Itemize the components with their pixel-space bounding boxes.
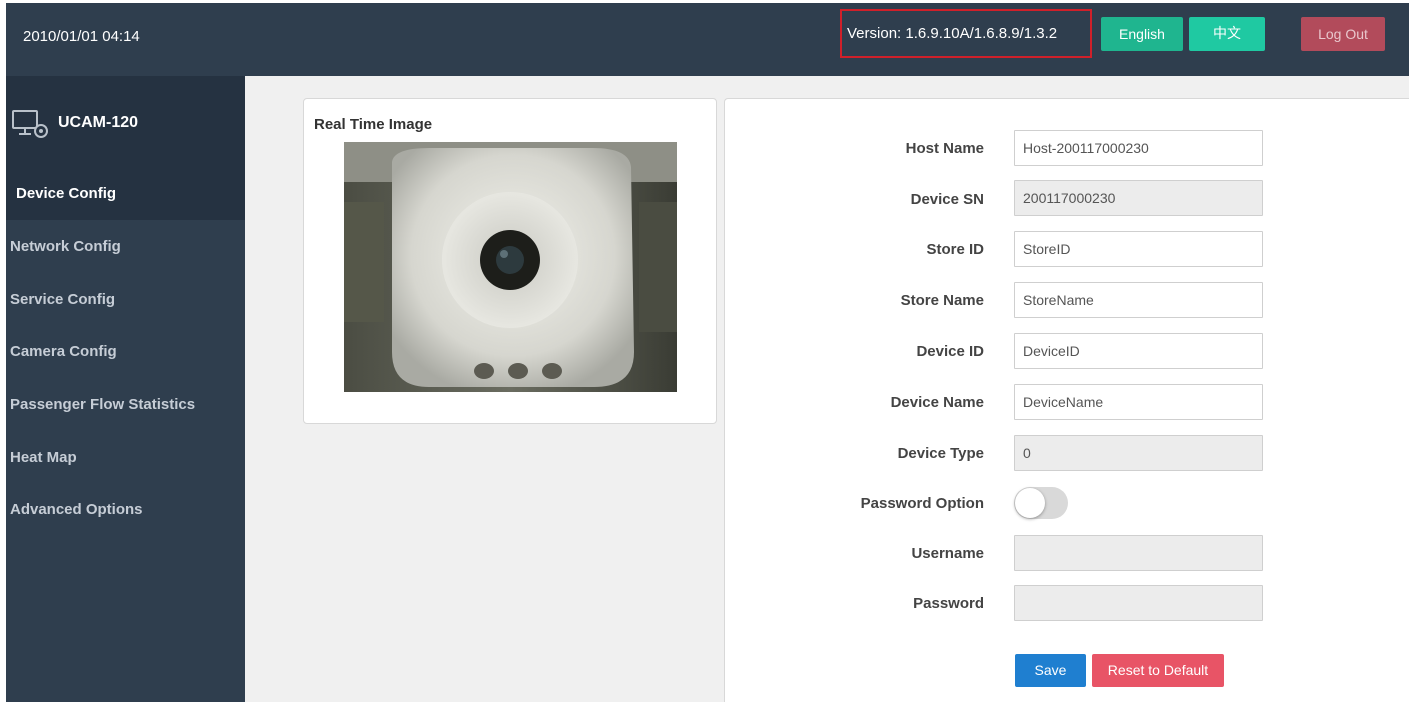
sidebar-item-device-config[interactable]: Device Config [6,168,245,220]
device-id-input[interactable] [1014,333,1263,369]
store-name-label: Store Name [900,292,984,309]
device-type-label: Device Type [897,445,984,462]
password-option-label: Password Option [860,495,984,512]
sidebar-item-passenger-flow-statistics[interactable]: Passenger Flow Statistics [6,379,245,431]
reset-to-default-button[interactable]: Reset to Default [1092,654,1224,687]
device-name-input[interactable] [1014,384,1263,420]
username-label: Username [911,545,984,562]
logout-button[interactable]: Log Out [1301,17,1385,51]
english-button[interactable]: English [1101,17,1183,51]
datetime: 2010/01/01 04:14 [23,28,140,45]
save-button[interactable]: Save [1015,654,1086,687]
password-option-toggle[interactable] [1014,487,1068,519]
store-id-label: Store ID [926,241,984,258]
toggle-knob [1015,488,1045,518]
password-input [1014,585,1263,621]
password-label: Password [913,595,984,612]
real-time-image-panel: Real Time Image [303,98,717,424]
device-sn-label: Device SN [910,191,984,208]
version-text: Version: 1.6.9.10A/1.6.8.9/1.3.2 [847,25,1058,42]
host-name-label: Host Name [905,140,984,157]
host-name-input[interactable] [1014,130,1263,166]
sidebar-item-network-config[interactable]: Network Config [6,221,245,273]
username-input [1014,535,1263,571]
camera-feed-image [344,142,677,392]
monitor-gear-icon [12,110,48,138]
brand: UCAM-120 [6,76,245,168]
device-model: UCAM-120 [58,114,139,131]
sidebar-item-heat-map[interactable]: Heat Map [6,432,245,484]
sidebar-item-service-config[interactable]: Service Config [6,274,245,326]
camera-feed-illustration [344,142,677,392]
sidebar-item-advanced-options[interactable]: Advanced Options [6,484,245,536]
sidebar: UCAM-120 Device Config Network Config Se… [6,76,245,702]
device-id-label: Device ID [916,343,984,360]
chinese-button[interactable]: 中文 [1189,17,1265,51]
device-name-label: Device Name [890,394,984,411]
sidebar-item-camera-config[interactable]: Camera Config [6,326,245,378]
store-name-input[interactable] [1014,282,1263,318]
device-sn-input [1014,180,1263,216]
device-type-input [1014,435,1263,471]
store-id-input[interactable] [1014,231,1263,267]
panel-title: Real Time Image [314,116,433,133]
